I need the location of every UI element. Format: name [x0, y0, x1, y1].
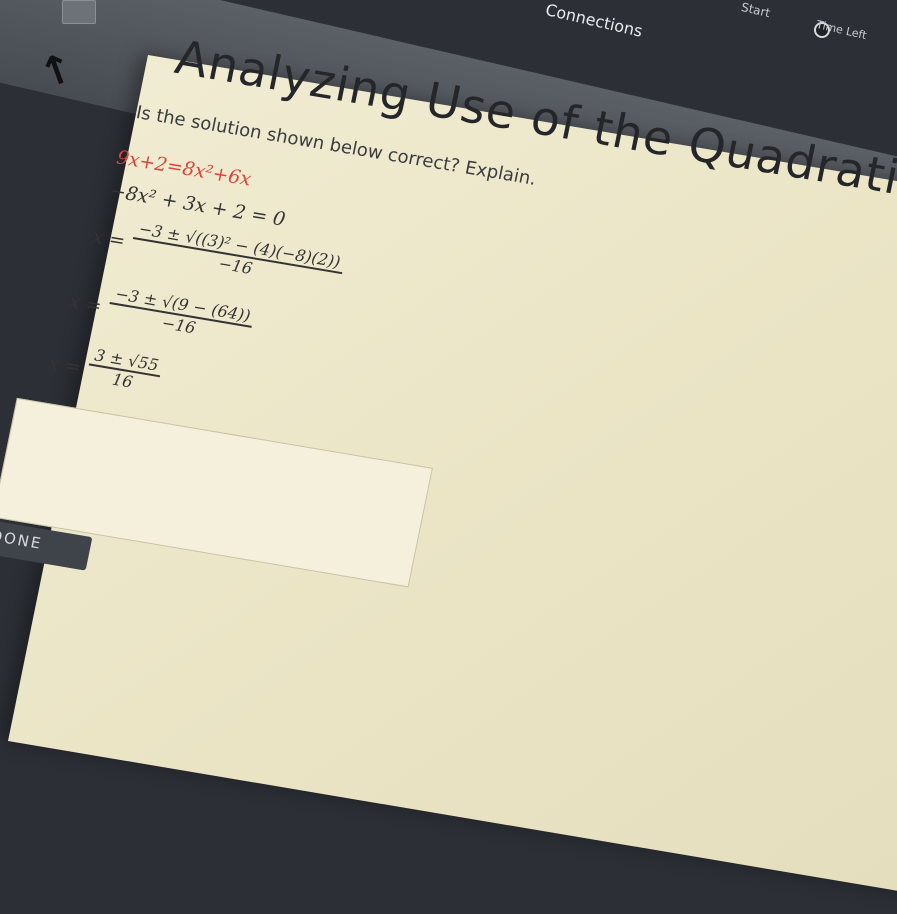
connections-tab[interactable]: Connections [544, 0, 645, 41]
time-left-label: Time Left [815, 18, 868, 43]
equation-line-4-lhs: x = [66, 290, 104, 318]
equation-line-3-fraction: −3 ± √((3)² − (4)(−8)(2)) −16 [129, 218, 347, 292]
equation-line-5-fraction: 3 ± √55 16 [85, 344, 165, 396]
equation-line-3-lhs: x = [90, 225, 128, 253]
equation-line-2: −8x² + 3x + 2 = 0 [107, 179, 288, 231]
equation-line-4-fraction: −3 ± √(9 − (64)) −16 [106, 283, 257, 346]
equation-line-5-lhs: x = [46, 351, 83, 379]
start-label: Start [739, 0, 772, 21]
menu-icon[interactable] [62, 0, 96, 24]
activity-panel: Analyzing Use of the Quadratic Formula I… [0, 30, 897, 914]
